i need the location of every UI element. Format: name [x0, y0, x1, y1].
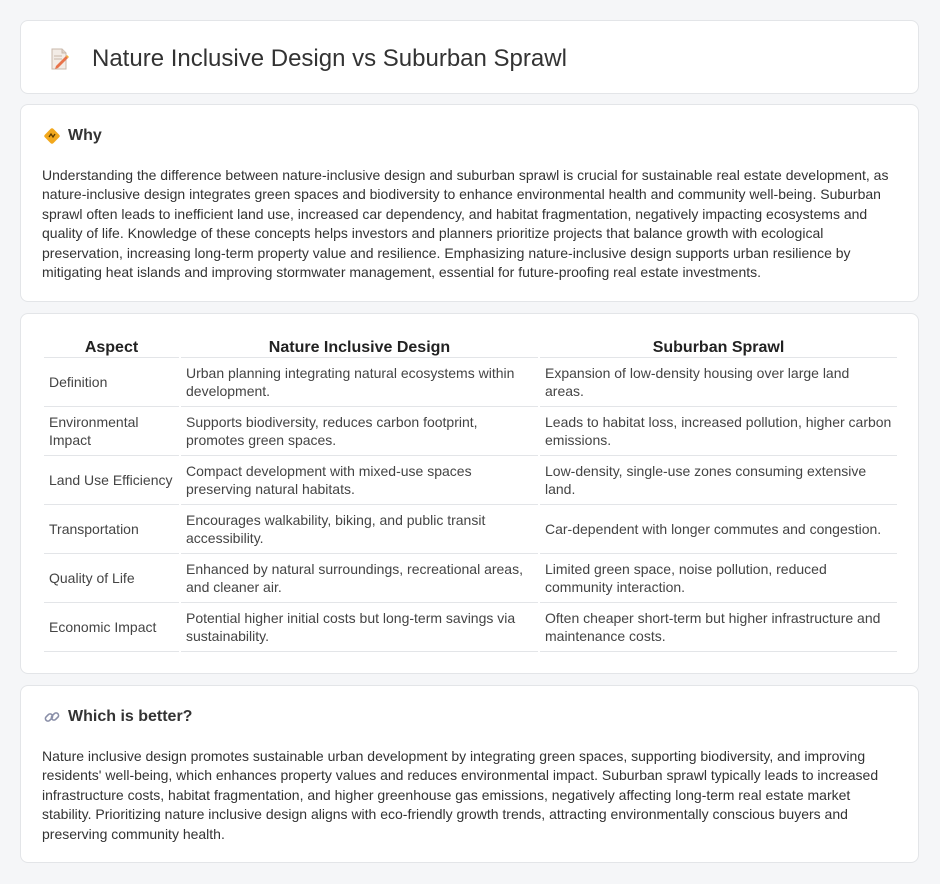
nature-cell: Potential higher initial costs but long-…: [181, 603, 538, 652]
aspect-cell: Transportation: [44, 505, 179, 554]
nature-cell: Enhanced by natural surroundings, recrea…: [181, 554, 538, 603]
page-title: Nature Inclusive Design vs Suburban Spra…: [92, 45, 567, 72]
table-row: Transportation Encourages walkability, b…: [44, 505, 897, 554]
aspect-cell: Economic Impact: [44, 603, 179, 652]
why-card: Why Understanding the difference between…: [20, 104, 919, 302]
why-heading: Why: [68, 127, 102, 144]
table-row: Environmental Impact Supports biodiversi…: [44, 407, 897, 456]
sprawl-cell: Limited green space, noise pollution, re…: [540, 554, 897, 603]
better-heading-row: Which is better?: [43, 708, 192, 726]
why-heading-row: Why: [43, 127, 102, 145]
nature-cell: Encourages walkability, biking, and publ…: [181, 505, 538, 554]
sprawl-cell: Car-dependent with longer commutes and c…: [540, 505, 897, 554]
header-suburban-sprawl: Suburban Sprawl: [540, 336, 897, 358]
table-row: Economic Impact Potential higher initial…: [44, 603, 897, 652]
title-card: Nature Inclusive Design vs Suburban Spra…: [20, 20, 919, 94]
better-heading: Which is better?: [68, 708, 193, 725]
better-text: Nature inclusive design promotes sustain…: [42, 748, 879, 842]
sprawl-cell: Expansion of low-density housing over la…: [540, 358, 897, 407]
link-icon: [44, 712, 60, 722]
sprawl-cell: Low-density, single-use zones consuming …: [540, 456, 897, 505]
why-text: Understanding the difference between nat…: [42, 167, 889, 281]
table-row: Land Use Efficiency Compact development …: [44, 456, 897, 505]
nature-cell: Compact development with mixed-use space…: [181, 456, 538, 505]
table-header-row: Aspect Nature Inclusive Design Suburban …: [44, 336, 897, 358]
comparison-card: Aspect Nature Inclusive Design Suburban …: [20, 313, 919, 674]
comparison-table: Aspect Nature Inclusive Design Suburban …: [42, 336, 899, 652]
table-row: Quality of Life Enhanced by natural surr…: [44, 554, 897, 603]
aspect-cell: Quality of Life: [44, 554, 179, 603]
table-row: Definition Urban planning integrating na…: [44, 358, 897, 407]
diamond-sign-icon: [44, 128, 60, 144]
aspect-cell: Definition: [44, 358, 179, 407]
aspect-cell: Environmental Impact: [44, 407, 179, 456]
document-edit-icon: [51, 48, 69, 70]
sprawl-cell: Leads to habitat loss, increased polluti…: [540, 407, 897, 456]
nature-cell: Urban planning integrating natural ecosy…: [181, 358, 538, 407]
which-is-better-card: Which is better? Nature inclusive design…: [20, 685, 919, 863]
nature-cell: Supports biodiversity, reduces carbon fo…: [181, 407, 538, 456]
header-aspect: Aspect: [44, 336, 179, 358]
header-nature-inclusive: Nature Inclusive Design: [181, 336, 538, 358]
sprawl-cell: Often cheaper short-term but higher infr…: [540, 603, 897, 652]
aspect-cell: Land Use Efficiency: [44, 456, 179, 505]
